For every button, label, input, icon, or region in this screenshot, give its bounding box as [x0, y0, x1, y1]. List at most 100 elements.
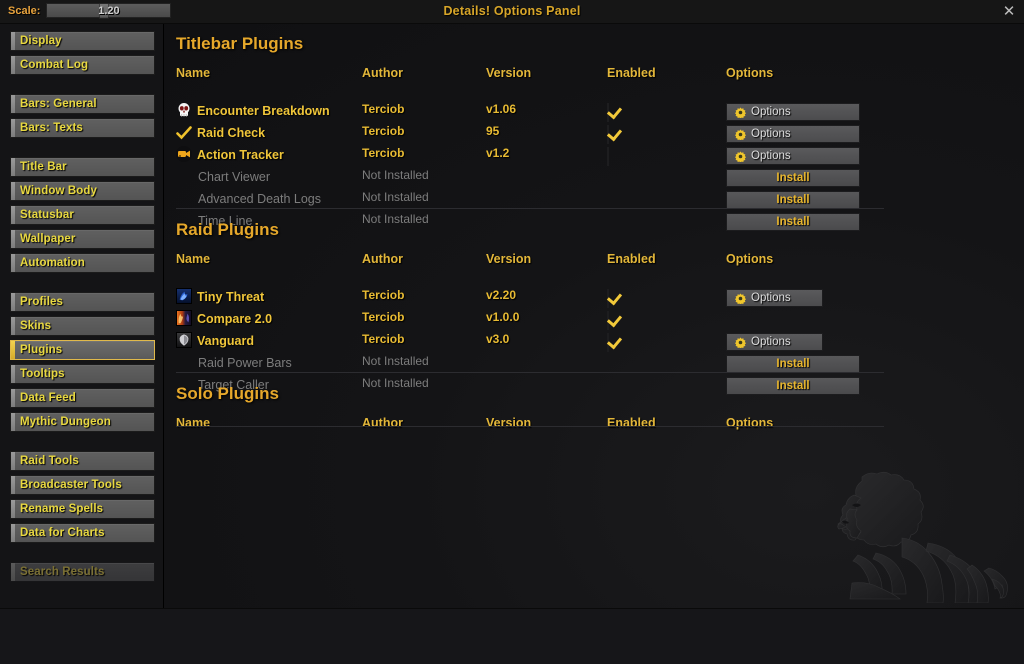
close-icon[interactable]: ✕ — [1000, 3, 1018, 21]
column-header-version: Version — [486, 66, 532, 80]
table-row: Raid Check Terciob 95 Options — [164, 124, 1024, 146]
sidebar-item-label: Skins — [20, 320, 52, 332]
sidebar-item-marker — [11, 563, 15, 581]
plugin-name: Compare 2.0 — [197, 312, 273, 326]
sidebar-item-data-feed[interactable]: Data Feed — [10, 388, 155, 408]
plugin-name: Chart Viewer — [198, 170, 271, 184]
sidebar-divider — [0, 142, 163, 157]
column-header-options: Options — [726, 252, 774, 266]
plugin-version: v1.0.0 — [486, 310, 520, 324]
section-raid-plugins: Raid Plugins Name Author Version Enabled Opti… — [164, 220, 1024, 398]
sidebar-item-tooltips[interactable]: Tooltips — [10, 364, 155, 384]
sidebar-item-wallpaper[interactable]: Wallpaper — [10, 229, 155, 249]
column-header-name: Name — [176, 416, 211, 430]
column-header-enabled: Enabled — [607, 66, 656, 80]
section-title: Titlebar Plugins — [176, 34, 304, 53]
plugin-name: Vanguard — [197, 334, 254, 348]
sidebar-item-marker — [11, 293, 15, 311]
column-header-name: Name — [176, 66, 211, 80]
plugin-options-button[interactable]: Options — [726, 147, 860, 165]
plugin-install-button[interactable]: Install — [726, 355, 860, 373]
plugin-enabled-checkbox[interactable] — [607, 125, 609, 144]
sidebar-item-label: Mythic Dungeon — [20, 416, 111, 428]
plugin-options-button[interactable]: Options — [726, 125, 860, 143]
plugin-version: v3.0 — [486, 332, 510, 346]
plugin-enabled-checkbox[interactable] — [607, 289, 609, 308]
plugin-install-button[interactable]: Install — [726, 191, 860, 209]
sidebar-item-search-results[interactable]: Search Results — [10, 562, 155, 582]
sidebar-item-marker — [11, 56, 15, 74]
sidebar-divider — [0, 436, 163, 451]
sidebar-item-plugins[interactable]: Plugins — [10, 340, 155, 360]
plugin-enabled-checkbox[interactable] — [607, 333, 609, 352]
section-divider — [176, 372, 884, 373]
sidebar-item-marker — [11, 254, 15, 272]
sidebar-item-marker — [11, 95, 15, 113]
sidebar-item-statusbar[interactable]: Statusbar — [10, 205, 155, 225]
plugin-install-label: Install — [776, 172, 810, 184]
table-row: Compare 2.0 Terciob v1.0.0 — [164, 309, 1024, 332]
threat-icon — [176, 287, 192, 304]
sidebar-item-display[interactable]: Display — [10, 31, 155, 51]
plugin-options-label: Options — [751, 106, 791, 118]
checkmark-icon — [176, 125, 192, 141]
table-row: Action Tracker Terciob v1.2 Options — [164, 145, 1024, 168]
table-header: Name Author Version Enabled Options — [164, 66, 1024, 88]
sidebar-item-marker — [11, 341, 15, 359]
sidebar-item-marker — [11, 230, 15, 248]
plugin-version: v2.20 — [486, 288, 517, 302]
sidebar-item-label: Data Feed — [20, 392, 76, 404]
section-divider — [176, 208, 884, 209]
gear-icon — [735, 129, 746, 140]
gear-icon — [735, 337, 746, 348]
plugin-enabled-checkbox[interactable] — [607, 311, 609, 330]
sidebar-item-marker — [11, 158, 15, 176]
sidebar-item-label: Plugins — [20, 344, 63, 356]
sidebar-item-title-bar[interactable]: Title Bar — [10, 157, 155, 177]
sidebar-item-label: Raid Tools — [20, 455, 79, 467]
sidebar-item-data-for-charts[interactable]: Data for Charts — [10, 523, 155, 543]
sidebar-item-marker — [11, 413, 15, 431]
sidebar-item-marker — [11, 32, 15, 50]
plugin-options-label: Options — [751, 128, 791, 140]
plugin-install-button[interactable]: Install — [726, 169, 860, 187]
camera-icon — [176, 145, 192, 162]
plugin-author: Not Installed — [362, 190, 429, 204]
sidebar-item-label: Combat Log — [20, 59, 89, 71]
sidebar-item-bars-texts[interactable]: Bars: Texts — [10, 118, 155, 138]
details-options-panel: Scale: 1.20 Details! Options Panel ✕ Dis… — [0, 0, 1024, 664]
lion-wallpaper-icon — [837, 471, 1008, 603]
sidebar-item-raid-tools[interactable]: Raid Tools — [10, 451, 155, 471]
sidebar-item-broadcaster-tools[interactable]: Broadcaster Tools — [10, 475, 155, 495]
column-header-version: Version — [486, 252, 532, 266]
sidebar-item-marker — [11, 365, 15, 383]
table-header: Name Author Version Enabled Options — [164, 252, 1024, 274]
column-header-options: Options — [726, 66, 774, 80]
content-background: Titlebar Plugins Name Author Version Enabled… — [164, 24, 1024, 608]
gear-icon — [735, 107, 746, 118]
plugin-author: Terciob — [362, 288, 405, 302]
plugin-enabled-checkbox[interactable] — [607, 103, 609, 122]
sidebar-item-window-body[interactable]: Window Body — [10, 181, 155, 201]
sidebar-item-combat-log[interactable]: Combat Log — [10, 55, 155, 75]
sidebar-item-automation[interactable]: Automation — [10, 253, 155, 273]
sidebar-item-profiles[interactable]: Profiles — [10, 292, 155, 312]
sidebar-item-marker — [11, 119, 15, 137]
gear-icon — [735, 151, 746, 162]
plugin-options-button[interactable]: Options — [726, 289, 823, 307]
plugin-author: Not Installed — [362, 354, 429, 368]
sidebar-item-bars-general[interactable]: Bars: General — [10, 94, 155, 114]
sidebar-item-mythic-dungeon[interactable]: Mythic Dungeon — [10, 412, 155, 432]
plugin-options-button[interactable]: Options — [726, 103, 860, 121]
sidebar-divider — [0, 79, 163, 94]
sidebar-item-skins[interactable]: Skins — [10, 316, 155, 336]
plugin-author: Terciob — [362, 310, 405, 324]
sidebar-item-label: Profiles — [20, 296, 63, 308]
sidebar-item-label: Rename Spells — [20, 503, 104, 515]
sidebar-item-label: Title Bar — [20, 161, 67, 173]
plugin-enabled-checkbox[interactable] — [607, 147, 609, 166]
sidebar-item-rename-spells[interactable]: Rename Spells — [10, 499, 155, 519]
plugin-options-button[interactable]: Options — [726, 333, 823, 351]
table-row: Tiny Threat Terciob v2.20 Options — [164, 287, 1024, 310]
column-header-options: Options — [726, 416, 774, 430]
